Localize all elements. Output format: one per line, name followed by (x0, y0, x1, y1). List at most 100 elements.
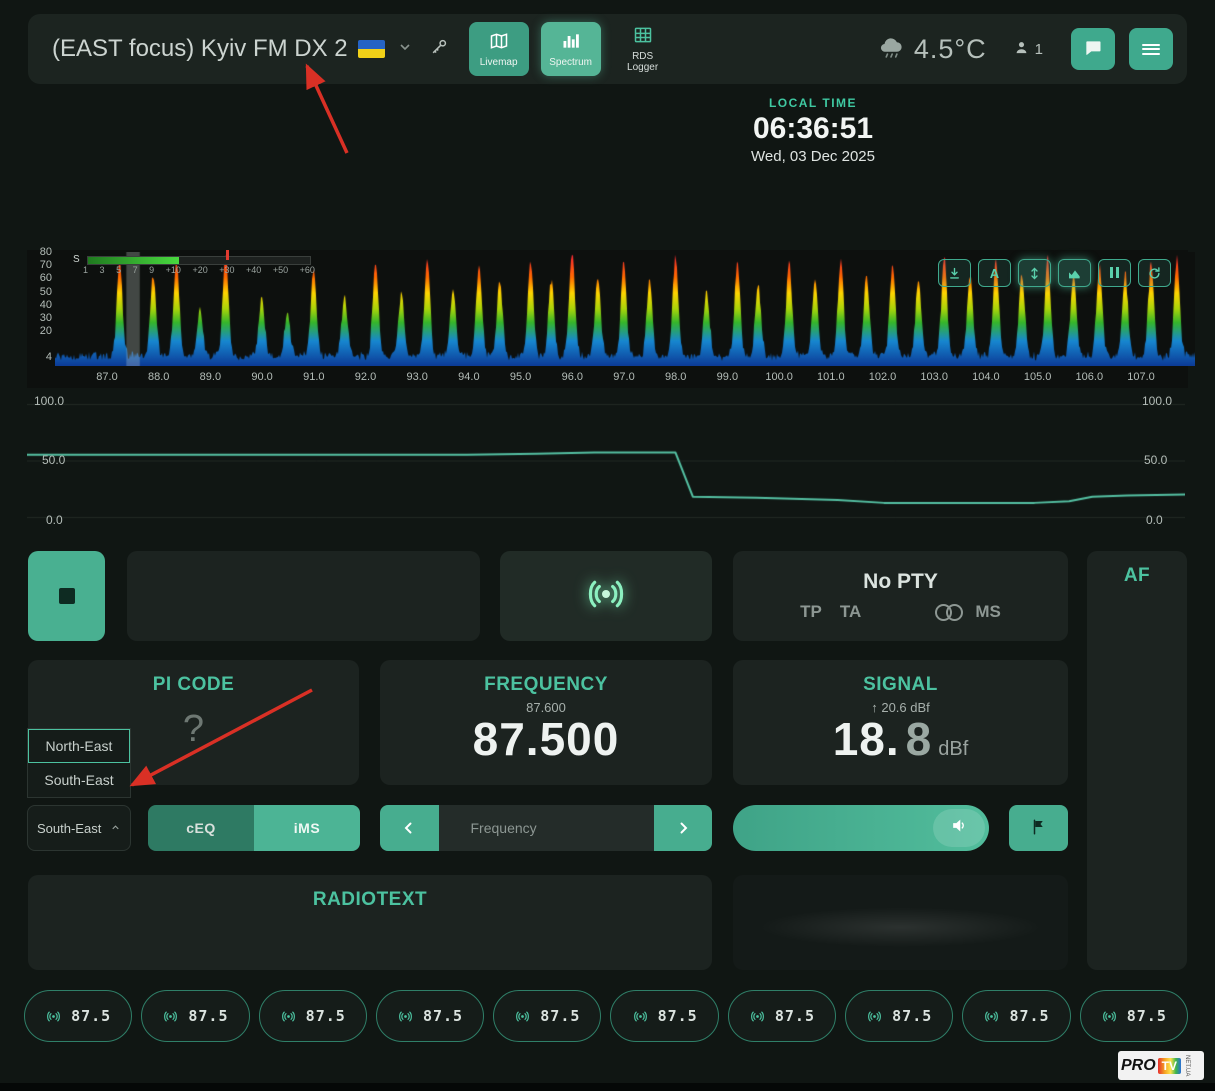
audio-status-panel[interactable] (500, 551, 712, 641)
livemap-button[interactable]: Livemap (469, 22, 529, 76)
preset-button[interactable]: 87.5 (259, 990, 367, 1042)
header-nav: Livemap Spectrum RDS Logger (469, 22, 673, 76)
preset-button[interactable]: 87.5 (728, 990, 836, 1042)
preset-button[interactable]: 87.5 (141, 990, 249, 1042)
preset-frequency: 87.5 (892, 1007, 932, 1025)
signal-unit: dBf (938, 738, 968, 761)
spectrum-autoscale-button[interactable] (1018, 259, 1051, 287)
s-meter-prefix: S (73, 254, 80, 265)
preset-button[interactable]: 87.5 (493, 990, 601, 1042)
chat-bubble-icon (1083, 38, 1103, 61)
preset-buttons-row: 87.587.587.587.587.587.587.587.587.587.5 (24, 990, 1188, 1042)
broadcast-icon (866, 1009, 883, 1024)
spectrum-annotation-button[interactable]: A (978, 259, 1011, 287)
spectrum-y-tick: 4 (26, 351, 52, 363)
preset-frequency: 87.5 (1009, 1007, 1049, 1025)
broadcast-icon (514, 1009, 531, 1024)
signal-y-tick: 100.0 (34, 394, 64, 408)
admin-key-icon[interactable] (429, 37, 449, 62)
ceq-toggle-button[interactable]: cEQ (148, 805, 254, 851)
spectrum-x-tick: 91.0 (294, 371, 334, 383)
signal-y-tick: 100.0 (1142, 394, 1172, 408)
spectrum-style-button[interactable] (1058, 259, 1091, 287)
spectrum-pause-button[interactable] (1098, 259, 1131, 287)
spectrum-y-tick: 40 (26, 299, 52, 311)
chat-button[interactable] (1071, 28, 1115, 70)
preset-frequency: 87.5 (188, 1007, 228, 1025)
spectrum-button[interactable]: Spectrum (541, 22, 601, 76)
broadcast-icon (983, 1009, 1000, 1024)
spectrum-shift-down-button[interactable] (938, 259, 971, 287)
chevron-down-icon[interactable] (397, 39, 413, 60)
spectrum-y-tick: 50 (26, 286, 52, 298)
preset-button[interactable]: 87.5 (1080, 990, 1188, 1042)
broadcast-signal-icon (583, 574, 629, 619)
spectrum-refresh-button[interactable] (1138, 259, 1171, 287)
spectrum-toolbar: A (938, 259, 1171, 287)
spectrum-x-tick: 107.0 (1121, 371, 1161, 383)
spectrum-x-tick: 93.0 (397, 371, 437, 383)
protv-logo: PRO TV NET.UA (1118, 1051, 1204, 1080)
tp-flag: TP (800, 602, 822, 622)
station-info-panel (127, 551, 480, 641)
spectrum-x-tick: 92.0 (346, 371, 386, 383)
fm-dx-webserver-app: (EAST focus) Kyiv FM DX 2 Livemap Spectr… (0, 0, 1215, 1091)
s-meter-tick: +60 (300, 265, 315, 275)
spectrum-y-tick: 60 (26, 272, 52, 284)
rds-flags: TP TA MS (800, 602, 1001, 622)
spectrum-x-tick: 96.0 (552, 371, 592, 383)
spectrum-chart-icon (561, 31, 581, 54)
antenna-option-north-east[interactable]: North-East (28, 729, 130, 763)
spectrum-x-tick: 101.0 (811, 371, 851, 383)
spectrum-y-tick: 80 (26, 246, 52, 258)
temperature-value: 4.5°C (914, 34, 987, 65)
table-grid-icon (633, 25, 653, 48)
preset-button[interactable]: 87.5 (24, 990, 132, 1042)
rds-logger-button[interactable]: RDS Logger (613, 22, 673, 76)
s-meter-tick: 9 (149, 265, 154, 275)
spectrum-x-tick: 88.0 (139, 371, 179, 383)
signal-history-chart (27, 396, 1185, 528)
logo-net-text: NET.UA (1184, 1055, 1190, 1076)
s-meter-tick: +20 (192, 265, 207, 275)
flag-button[interactable] (1009, 805, 1068, 851)
flag-icon (1030, 818, 1048, 839)
preset-frequency: 87.5 (306, 1007, 346, 1025)
antenna-option-south-east[interactable]: South-East (28, 763, 130, 797)
menu-button[interactable] (1129, 28, 1173, 70)
volume-thumb[interactable] (933, 809, 985, 847)
frequency-input[interactable] (439, 805, 654, 851)
s-meter-tick: 7 (133, 265, 138, 275)
signal-y-tick: 0.0 (1146, 513, 1163, 527)
preset-button[interactable]: 87.5 (610, 990, 718, 1042)
stop-audio-button[interactable] (28, 551, 105, 641)
s-meter-tick: 1 (83, 265, 88, 275)
s-meter-tick: +40 (246, 265, 261, 275)
pause-icon (1109, 266, 1121, 281)
frequency-down-button[interactable] (380, 805, 439, 851)
preset-button[interactable]: 87.5 (376, 990, 484, 1042)
eq-ims-toggle: cEQ iMS (148, 805, 360, 851)
spectrum-x-tick: 98.0 (656, 371, 696, 383)
af-list-panel: AF (1087, 551, 1187, 970)
spectrum-x-tick: 90.0 (242, 371, 282, 383)
preset-button[interactable]: 87.5 (962, 990, 1070, 1042)
frequency-panel: FREQUENCY 87.600 87.500 (380, 660, 712, 785)
frequency-up-button[interactable] (654, 805, 713, 851)
preset-frequency: 87.5 (71, 1007, 111, 1025)
local-date-value: Wed, 03 Dec 2025 (663, 148, 963, 165)
signal-title: SIGNAL (733, 674, 1068, 696)
antenna-select[interactable]: South-East (27, 805, 131, 851)
broadcast-icon (1101, 1009, 1118, 1024)
livemap-label: Livemap (480, 57, 518, 68)
ukraine-flag-icon (358, 40, 385, 58)
preset-button[interactable]: 87.5 (845, 990, 953, 1042)
volume-slider[interactable] (733, 805, 989, 851)
signal-value-dec: 8 (906, 715, 933, 763)
spectrum-x-axis: 87.088.089.090.091.092.093.094.095.096.0… (55, 371, 1195, 385)
local-time-widget: LOCAL TIME 06:36:51 Wed, 03 Dec 2025 (663, 96, 963, 165)
stop-icon (59, 588, 75, 604)
ims-toggle-button[interactable]: iMS (254, 805, 360, 851)
user-icon (1013, 39, 1030, 60)
s-meter-tick: +30 (219, 265, 234, 275)
